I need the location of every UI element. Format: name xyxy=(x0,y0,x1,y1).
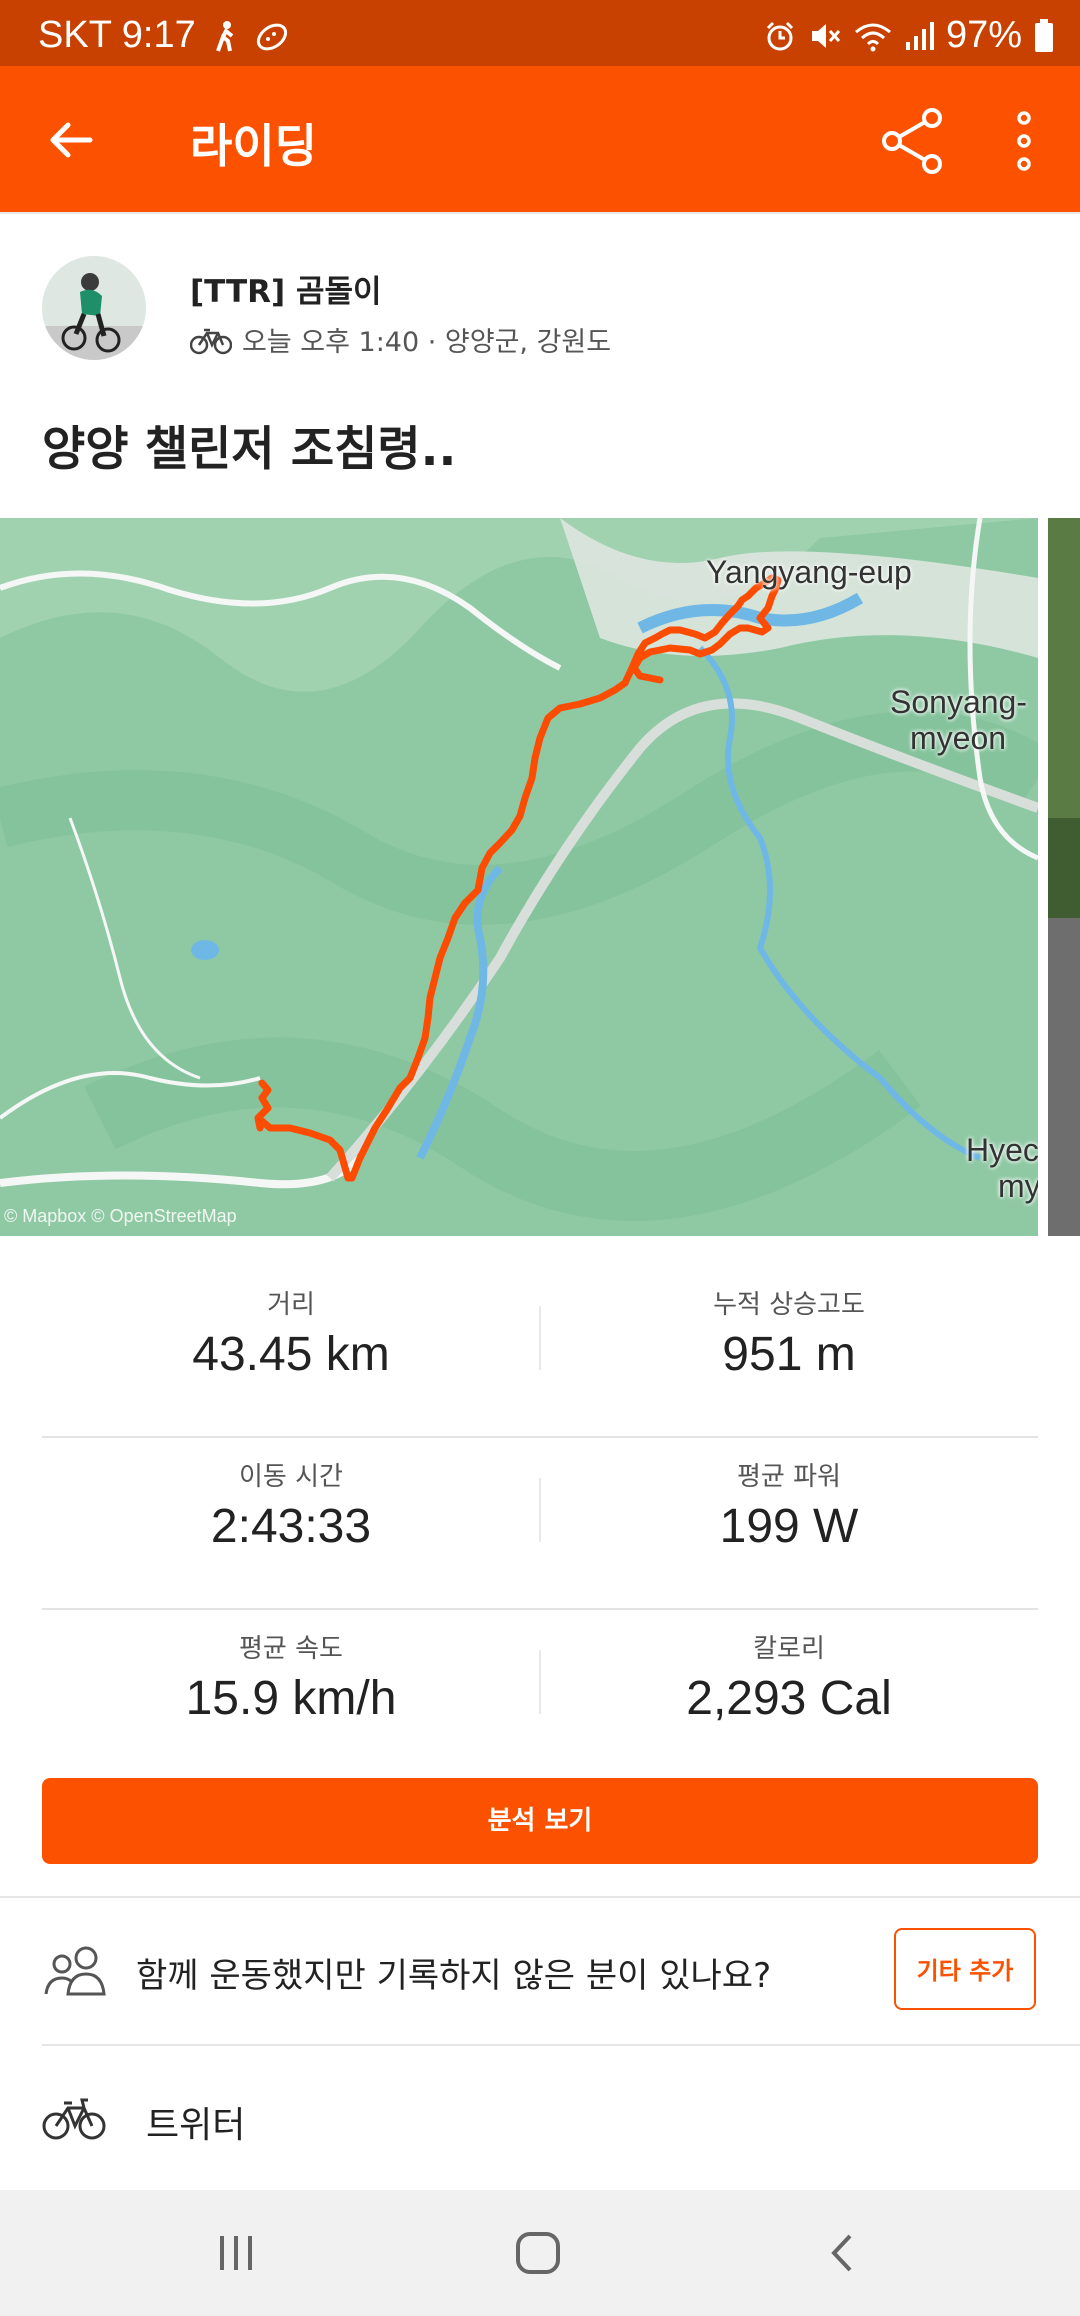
stat-value: 951 m xyxy=(722,1328,856,1381)
stat-calories: 칼로리 2,293 Cal xyxy=(540,1610,1038,1726)
bike-icon xyxy=(190,328,232,354)
walking-icon xyxy=(215,20,234,52)
stat-moving-time: 이동 시간 2:43:33 xyxy=(42,1438,540,1554)
map-attribution: © Mapbox © OpenStreetMap xyxy=(4,1206,237,1226)
stat-avg-speed: 평균 속도 15.9 km/h xyxy=(42,1610,540,1726)
stat-value: 199 W xyxy=(719,1500,859,1553)
mute-icon xyxy=(811,23,841,48)
stat-distance: 거리 43.45 km xyxy=(42,1266,540,1382)
athlete-name[interactable]: [TTR] 곰돌이 xyxy=(190,266,382,311)
stat-elevation: 누적 상승고도 951 m xyxy=(540,1266,1038,1382)
map-label-sonyang-2: myeon xyxy=(910,720,1007,756)
battery-icon xyxy=(1035,18,1053,52)
stat-value: 43.45 km xyxy=(192,1328,390,1381)
route-line xyxy=(254,574,782,1182)
back-arrow-icon[interactable] xyxy=(40,110,100,170)
photo-preview xyxy=(1048,518,1080,1236)
back-nav-icon[interactable] xyxy=(812,2228,872,2278)
status-bar: SKT 9:17 97% xyxy=(0,0,1080,66)
avatar-photo xyxy=(42,256,146,360)
activity-meta: 오늘 오후 1:40 · 양양군, 강원도 xyxy=(190,320,611,359)
map-label-yangyang: Yangyang-eup xyxy=(706,554,912,590)
home-icon[interactable] xyxy=(508,2228,568,2278)
stat-label: 평균 속도 xyxy=(239,1634,343,1664)
gear-name: 트위터 xyxy=(146,2105,246,2146)
recent-apps-icon[interactable] xyxy=(206,2228,266,2278)
avatar[interactable] xyxy=(42,256,146,360)
map-label-sonyang-1: Sonyang- xyxy=(890,684,1027,720)
route-map[interactable]: Yangyang-eup Sonyang- myeon Hyec my xyxy=(0,518,1038,1236)
alarm-icon xyxy=(766,21,793,50)
stat-value: 2:43:33 xyxy=(210,1500,372,1553)
stats-row: 이동 시간 2:43:33 평균 파워 199 W xyxy=(42,1436,1038,1608)
add-others-prompt: 함께 운동했지만 기록하지 않은 분이 있나요? xyxy=(136,1956,772,1996)
map-label-hyeon-2: my xyxy=(998,1168,1038,1204)
signal-icon xyxy=(905,21,934,50)
stats-row: 평균 속도 15.9 km/h 칼로리 2,293 Cal xyxy=(42,1608,1038,1780)
shoe-icon xyxy=(256,23,287,50)
wifi-icon xyxy=(854,23,891,51)
stats-grid: 거리 43.45 km 누적 상승고도 951 m 이동 시간 2:43:33 … xyxy=(42,1266,1038,1780)
share-icon[interactable] xyxy=(880,106,944,176)
add-others-button[interactable]: 기타 추가 xyxy=(894,1928,1036,2010)
battery-percent: 97% xyxy=(945,14,1022,56)
add-others-row: 함께 운동했지만 기록하지 않은 분이 있나요? 기타 추가 xyxy=(0,1898,1080,2046)
page-title: 라이딩 xyxy=(190,119,317,173)
stats-row: 거리 43.45 km 누적 상승고도 951 m xyxy=(42,1266,1038,1436)
stat-value: 2,293 Cal xyxy=(686,1672,892,1725)
bike-icon xyxy=(42,2098,106,2140)
stat-label: 이동 시간 xyxy=(239,1462,343,1492)
stat-label: 거리 xyxy=(267,1290,315,1320)
view-analysis-button[interactable]: 분석 보기 xyxy=(42,1778,1038,1864)
stat-label: 칼로리 xyxy=(753,1634,825,1664)
app-bar: 라이딩 xyxy=(0,66,1080,214)
gear-row[interactable]: 트위터 xyxy=(0,2046,1080,2190)
more-options-icon[interactable] xyxy=(1004,106,1044,176)
stat-avg-power: 평균 파워 199 W xyxy=(540,1438,1038,1554)
stat-label: 평균 파워 xyxy=(737,1462,841,1492)
people-icon xyxy=(44,1946,106,1996)
activity-title: 양양 챌린저 조침령.. xyxy=(42,422,457,477)
appbar-divider xyxy=(0,212,1080,214)
activity-meta-text: 오늘 오후 1:40 · 양양군, 강원도 xyxy=(242,327,612,358)
stat-value: 15.9 km/h xyxy=(185,1672,397,1725)
stat-label: 누적 상승고도 xyxy=(713,1290,865,1320)
carrier-time: SKT 9:17 xyxy=(38,14,196,56)
activity-photo-thumbnail[interactable] xyxy=(1048,518,1080,1236)
map-label-hyeon-1: Hyec xyxy=(966,1132,1038,1168)
system-nav-bar xyxy=(0,2190,1080,2316)
